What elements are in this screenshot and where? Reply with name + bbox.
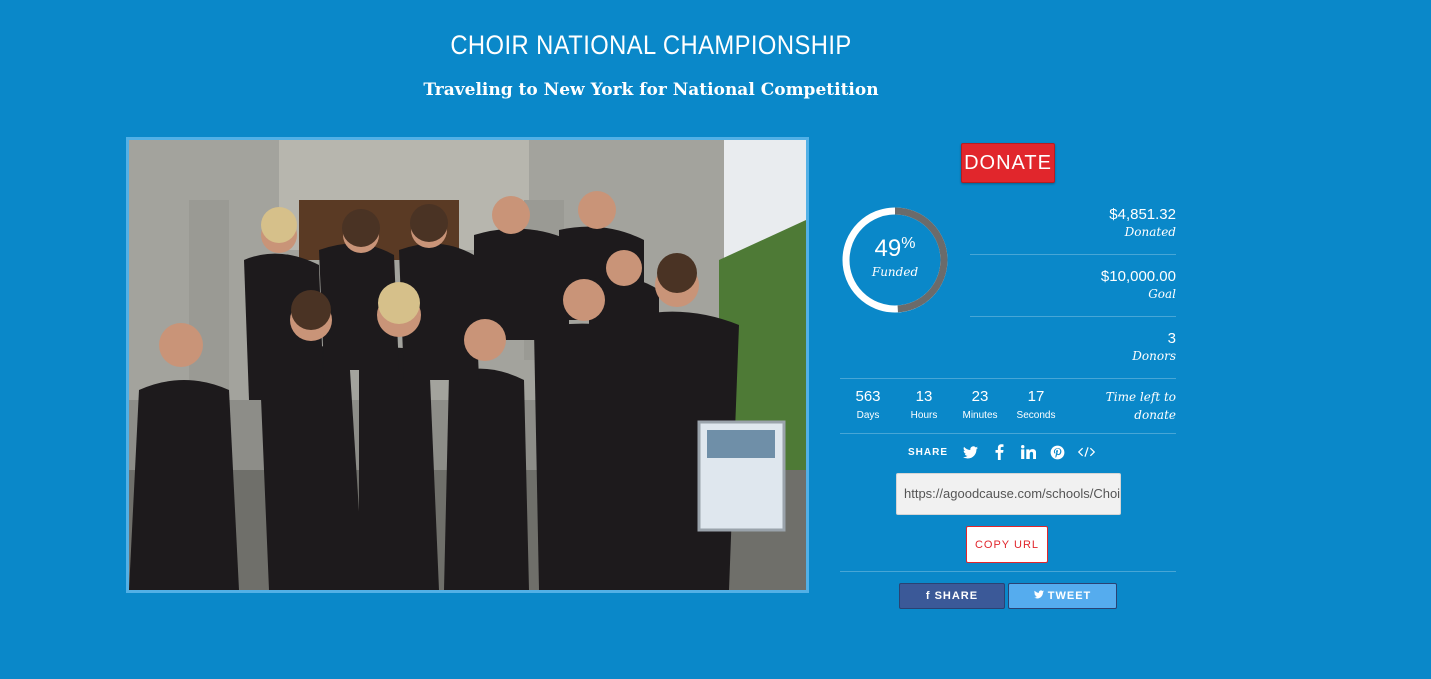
divider	[840, 571, 1176, 572]
divider	[840, 378, 1176, 379]
goal-stat: $10,000.00 Goal	[1101, 268, 1176, 302]
days-value: 563	[855, 388, 881, 405]
pinterest-icon[interactable]	[1047, 443, 1067, 461]
divider	[970, 254, 1176, 255]
funded-percent-value: 49	[874, 235, 902, 262]
campaign-photo	[126, 137, 809, 593]
share-row: SHARE	[908, 443, 1105, 461]
donors-label: Donors	[1132, 349, 1176, 363]
countdown-days: 563 Days	[843, 388, 893, 423]
facebook-icon[interactable]	[989, 443, 1009, 461]
time-left-line1: Time left to	[1105, 390, 1176, 404]
campaign-subtitle: Traveling to New York for National Compe…	[423, 80, 879, 100]
seconds-value: 17	[1027, 388, 1045, 405]
hours-value: 13	[915, 388, 933, 405]
facebook-icon: f	[925, 590, 931, 602]
countdown-hours: 13 Hours	[899, 388, 949, 423]
embed-code-icon[interactable]	[1076, 443, 1096, 461]
donated-label: Donated	[1124, 225, 1176, 239]
campaign-title: CHOIR NATIONAL CHAMPIONSHIP	[450, 30, 852, 60]
funded-label: Funded	[871, 265, 919, 279]
seconds-label: Seconds	[1016, 410, 1056, 421]
share-url-field[interactable]: https://agoodcause.com/schools/ChoirCha	[896, 473, 1121, 515]
twitter-tweet-label: TWEET	[1047, 590, 1092, 602]
twitter-icon	[1033, 590, 1044, 602]
twitter-icon[interactable]	[960, 443, 980, 461]
donate-button[interactable]: DONATE	[961, 143, 1055, 183]
funded-percent: 49%	[840, 231, 950, 262]
countdown-seconds: 17 Seconds	[1011, 388, 1061, 423]
hours-label: Hours	[910, 410, 938, 421]
divider	[970, 316, 1176, 317]
facebook-share-button[interactable]: f SHARE	[899, 583, 1005, 609]
linkedin-icon[interactable]	[1018, 443, 1038, 461]
goal-amount: $10,000.00	[1100, 268, 1176, 285]
countdown-minutes: 23 Minutes	[955, 388, 1005, 423]
time-left-caption: Time left to donate	[1090, 388, 1176, 424]
time-left-line2: donate	[1134, 408, 1176, 422]
minutes-value: 23	[971, 388, 989, 405]
facebook-share-label: SHARE	[934, 590, 979, 602]
twitter-tweet-button[interactable]: TWEET	[1008, 583, 1117, 609]
goal-label: Goal	[1148, 287, 1176, 301]
donated-stat: $4,851.32 Donated	[1109, 206, 1176, 240]
donors-stat: 3 Donors	[1132, 330, 1176, 364]
share-label: SHARE	[908, 446, 949, 458]
percent-sign: %	[901, 235, 916, 252]
choir-photo-illustration	[129, 140, 806, 590]
days-label: Days	[856, 410, 880, 421]
copy-url-button[interactable]: COPY URL	[966, 526, 1048, 563]
donors-count: 3	[1167, 330, 1176, 347]
divider	[840, 433, 1176, 434]
minutes-label: Minutes	[962, 410, 998, 421]
donated-amount: $4,851.32	[1109, 206, 1176, 223]
